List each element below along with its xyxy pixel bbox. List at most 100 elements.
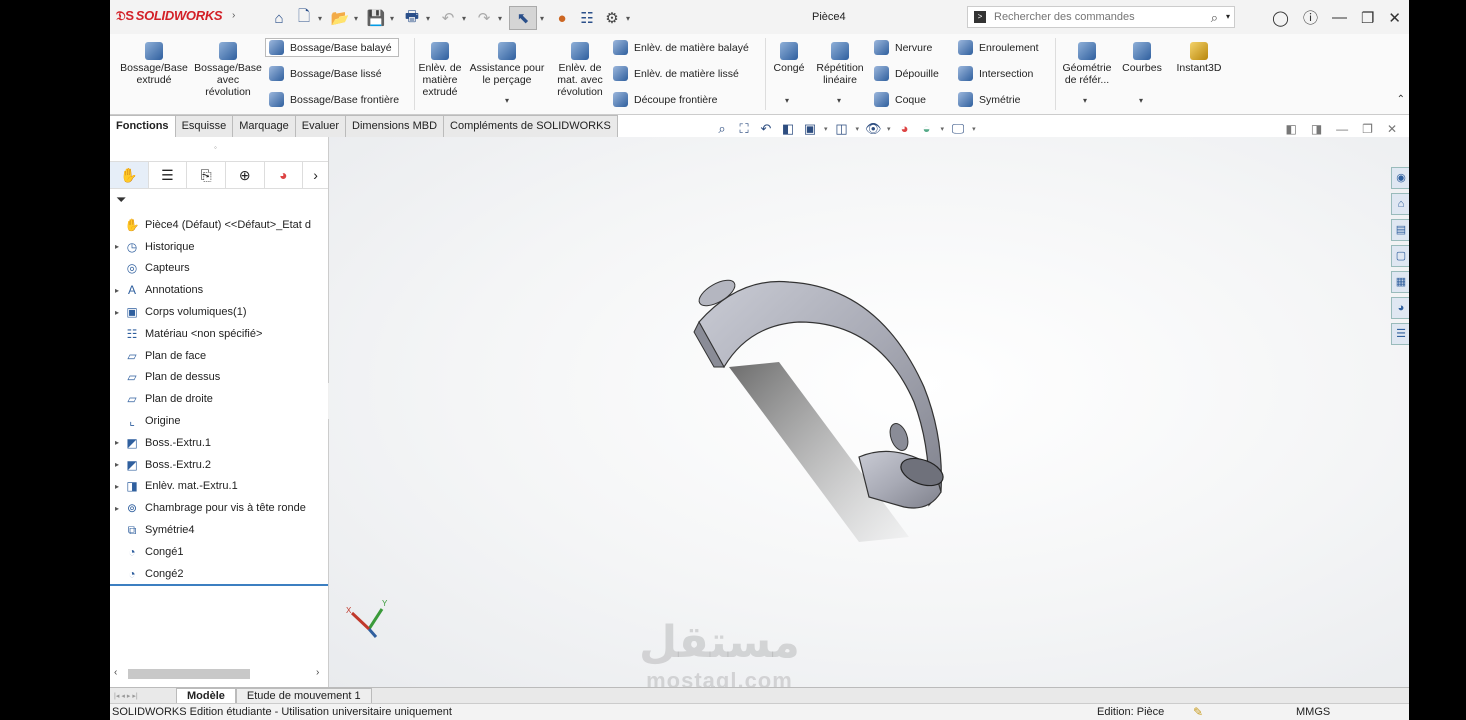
solidworks-resources-icon[interactable]: ◉ [1391, 167, 1409, 189]
instant3d-button[interactable]: Instant3D [1172, 42, 1226, 74]
hole-wizard-caret-icon[interactable]: ▾ [505, 96, 509, 105]
tab-model[interactable]: Modèle [176, 688, 236, 703]
display-manager-tab-icon[interactable]: ◕ [265, 162, 304, 188]
expand-arrow-icon[interactable]: ▸ [110, 242, 124, 251]
tree-item[interactable]: ▱ Plan de face [110, 345, 328, 367]
redo-icon[interactable]: ↷ [473, 7, 495, 29]
unit-system[interactable]: MMGS [1296, 704, 1330, 720]
user-account-icon[interactable]: ◯ [1272, 9, 1289, 27]
linear-pattern-caret-icon[interactable]: ▾ [837, 96, 841, 105]
fillet-caret-icon[interactable]: ▾ [785, 96, 789, 105]
tree-root[interactable]: ✋ Pièce4 (Défaut) <<Défaut>_Etat d [110, 214, 328, 236]
logo-menu-arrow-icon[interactable]: › [232, 10, 235, 21]
tab-evaluer[interactable]: Evaluer [295, 115, 347, 138]
help-icon[interactable]: ⓘ [1303, 7, 1318, 28]
close-icon[interactable]: ✕ [1388, 9, 1401, 27]
expand-arrow-icon[interactable]: ▸ [110, 504, 124, 513]
extruded-cut-button[interactable]: Enlèv. de matière extrudé [418, 42, 462, 98]
select-caret-icon[interactable]: ▾ [540, 14, 548, 23]
expand-arrow-icon[interactable]: ▸ [110, 438, 124, 447]
rebuild-status-icon[interactable]: ✎ [1193, 704, 1203, 720]
graphics-area[interactable]: ◉ ⌂ ▤ ▢ ▦ ◕ ☰ Y X مستقل mostaql.com [329, 137, 1409, 693]
rebuild-icon[interactable]: ● [551, 7, 573, 29]
prev-tab-icon[interactable]: ◂ [121, 692, 125, 700]
viewport-minimize-icon[interactable]: — [1336, 122, 1348, 136]
hide-show-items-icon[interactable]: 👁 [865, 121, 882, 137]
scrollbar-thumb[interactable] [128, 669, 250, 679]
hide-show-caret-icon[interactable]: ▾ [887, 125, 891, 133]
next-tab-icon[interactable]: ▸ [127, 692, 131, 700]
view-palette-icon[interactable]: ▦ [1391, 271, 1409, 293]
dimxpert-tab-icon[interactable]: ⊕ [226, 162, 265, 188]
lofted-cut-button[interactable]: Enlèv. de matière lissé [613, 66, 739, 81]
home-icon[interactable]: ⌂ [1391, 193, 1409, 215]
first-tab-icon[interactable]: |◂ [114, 692, 119, 700]
zoom-to-area-icon[interactable]: ⛶ [736, 121, 752, 137]
reference-geometry-button[interactable]: Géométrie de référ... [1060, 42, 1114, 86]
more-tabs-arrow-icon[interactable]: › [303, 162, 328, 188]
property-manager-tab-icon[interactable]: ☰ [149, 162, 188, 188]
filter-icon[interactable]: ⏷ [116, 192, 126, 208]
dynamic-annotation-icon[interactable]: ▣ [802, 121, 818, 137]
options-gear-icon[interactable]: ⚙ [601, 7, 623, 29]
scroll-left-icon[interactable]: ‹ [114, 667, 117, 678]
viewport-restore-icon[interactable]: ❐ [1362, 122, 1373, 136]
edit-appearance-icon[interactable]: ◕ [897, 121, 913, 137]
restore-icon[interactable]: ❐ [1361, 9, 1374, 27]
configuration-manager-tab-icon[interactable]: ⎘ [187, 162, 226, 188]
scene-caret-icon[interactable]: ▾ [941, 125, 945, 133]
reference-geometry-caret-icon[interactable]: ▾ [1083, 96, 1087, 105]
expand-arrow-icon[interactable]: ▸ [110, 286, 124, 295]
tree-item[interactable]: ⧉ Symétrie4 [110, 519, 328, 541]
tree-item[interactable]: ▱ Plan de dessus [110, 367, 328, 389]
tab-marquage[interactable]: Marquage [233, 115, 296, 138]
tree-item[interactable]: ▸ A Annotations [110, 279, 328, 301]
hole-wizard-button[interactable]: Assistance pour le perçage [466, 42, 548, 86]
revolve-boss-button[interactable]: Bossage/Base avec révolution [194, 42, 262, 98]
command-search[interactable]: > ⌕ ▾ [967, 6, 1235, 28]
tree-item[interactable]: ▸ ◩ Boss.-Extru.2 [110, 454, 328, 476]
boundary-cut-button[interactable]: Découpe frontière [613, 92, 717, 107]
minimize-icon[interactable]: — [1332, 9, 1347, 26]
file-properties-icon[interactable]: ☷ [576, 7, 598, 29]
tree-item[interactable]: ▸ ◷ Historique [110, 236, 328, 258]
tree-item[interactable]: ◎ Capteurs [110, 258, 328, 280]
open-caret-icon[interactable]: ▾ [354, 14, 362, 23]
tab-complements[interactable]: Compléments de SOLIDWORKS [444, 115, 618, 138]
linear-pattern-button[interactable]: Répétition linéaire [810, 42, 870, 86]
tab-esquisse[interactable]: Esquisse [175, 115, 234, 138]
undo-caret-icon[interactable]: ▾ [462, 14, 470, 23]
search-icon[interactable]: ⌕ [1211, 10, 1218, 26]
tree-item[interactable]: ◔ Congé1 [110, 541, 328, 563]
tree-item[interactable]: ▸ ▣ Corps volumiques(1) [110, 301, 328, 323]
tree-horizontal-scrollbar[interactable]: ‹ › [110, 666, 328, 682]
tab-fonctions[interactable]: Fonctions [110, 115, 176, 138]
feature-manager-tab-icon[interactable]: ✋ [110, 162, 149, 188]
section-view-icon[interactable]: ◧ [780, 121, 796, 137]
view-settings-icon[interactable]: 🖵 [950, 121, 966, 137]
search-input[interactable] [992, 10, 1196, 24]
tree-item[interactable]: ☷ Matériau <non spécifié> [110, 323, 328, 345]
mirror-button[interactable]: Symétrie [958, 92, 1020, 107]
display-style-caret-icon[interactable]: ▾ [856, 125, 860, 133]
swept-boss-button[interactable]: Bossage/Base balayé [265, 38, 399, 57]
new-caret-icon[interactable]: ▾ [318, 14, 326, 23]
design-library-icon[interactable]: ▤ [1391, 219, 1409, 241]
last-tab-icon[interactable]: ▸| [132, 692, 137, 700]
expand-arrow-icon[interactable]: ▸ [110, 308, 124, 317]
tree-item[interactable]: ▱ Plan de droite [110, 388, 328, 410]
save-caret-icon[interactable]: ▾ [390, 14, 398, 23]
print-caret-icon[interactable]: ▾ [426, 14, 434, 23]
previous-view-icon[interactable]: ↶ [758, 121, 774, 137]
tree-item[interactable]: ⌞ Origine [110, 410, 328, 432]
tab-motion-study[interactable]: Etude de mouvement 1 [235, 688, 372, 703]
search-caret-icon[interactable]: ▾ [1226, 12, 1230, 21]
boundary-boss-button[interactable]: Bossage/Base frontière [269, 92, 399, 107]
lofted-boss-button[interactable]: Bossage/Base lissé [269, 66, 382, 81]
expand-arrow-icon[interactable]: ▸ [110, 460, 124, 469]
open-icon[interactable]: 📂 [329, 7, 351, 29]
expand-arrow-icon[interactable]: ▸ [110, 482, 124, 491]
tree-item[interactable]: ▸ ◩ Boss.-Extru.1 [110, 432, 328, 454]
fillet-button[interactable]: Congé [770, 42, 808, 74]
solidworks-logo[interactable]: 𝔇S SOLIDWORKS [116, 8, 223, 24]
